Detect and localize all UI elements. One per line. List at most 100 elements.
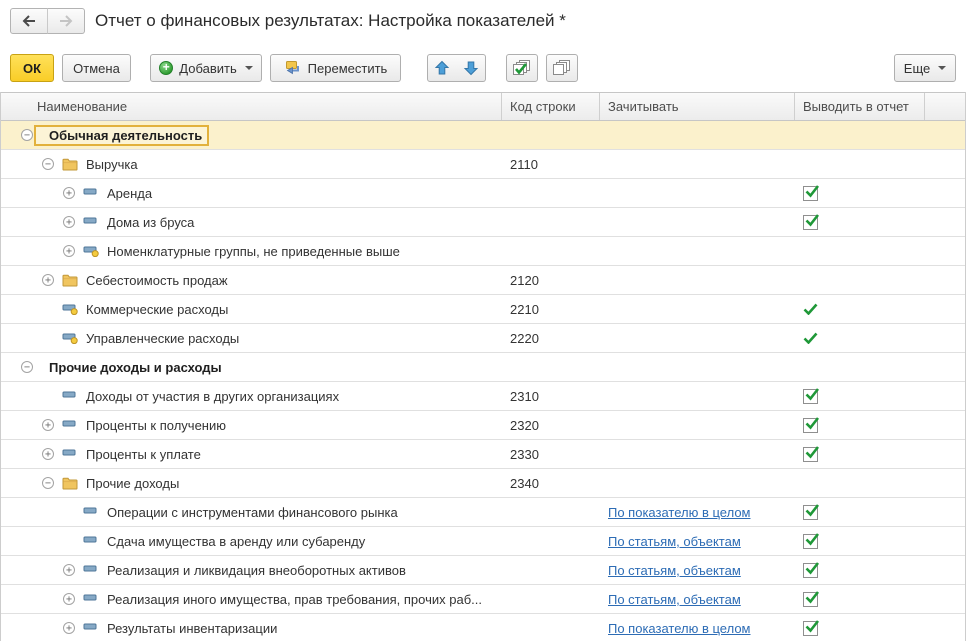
name-cell: +Реализация и ликвидация внеоборотных ак…: [1, 556, 502, 584]
row-label: Реализация иного имущества, прав требова…: [107, 592, 482, 607]
folder-icon: [62, 158, 78, 171]
column-header-name[interactable]: Наименование: [1, 93, 502, 120]
table-row[interactable]: +Реализация и ликвидация внеоборотных ак…: [1, 556, 965, 585]
name-cell: Операции с инструментами финансового рын…: [1, 498, 502, 526]
table-row[interactable]: + Дома из бруса: [1, 208, 965, 237]
item-icon: [62, 419, 78, 431]
table-row[interactable]: Операции с инструментами финансового рын…: [1, 498, 965, 527]
row-code-cell: [502, 179, 600, 207]
row-output-cell: [795, 179, 925, 207]
add-button[interactable]: Добавить: [150, 54, 262, 82]
row-output-cell: [795, 440, 925, 468]
table-row[interactable]: + Реализация иного имущества, прав требов…: [1, 585, 965, 614]
expand-icon[interactable]: +: [63, 245, 75, 257]
read-mode-link[interactable]: По показателю в целом: [608, 505, 751, 520]
row-label: Номенклатурные группы, не приведенные вы…: [107, 244, 400, 259]
expand-icon[interactable]: +: [42, 419, 54, 431]
table-row[interactable]: +Себестоимость продаж2120: [1, 266, 965, 295]
move-down-button[interactable]: [456, 54, 486, 82]
row-code-cell: 2330: [502, 440, 600, 468]
caret-down-icon: [938, 66, 946, 70]
table-row[interactable]: −Обычная деятельность: [1, 121, 965, 150]
item-icon: [83, 535, 99, 547]
name-cell: −Выручка: [1, 150, 502, 178]
collapse-icon[interactable]: −: [42, 158, 54, 170]
row-label: Управленческие расходы: [86, 331, 239, 346]
table-row[interactable]: −Прочие доходы и расходы: [1, 353, 965, 382]
expand-icon[interactable]: +: [63, 187, 75, 199]
row-label: Аренда: [107, 186, 152, 201]
table-row[interactable]: Управленческие расходы2220: [1, 324, 965, 353]
row-code: 2110: [510, 157, 538, 172]
ok-button[interactable]: ОК: [10, 54, 54, 82]
expand-icon[interactable]: +: [63, 216, 75, 228]
move-button[interactable]: Переместить: [270, 54, 401, 82]
row-read-cell: [600, 237, 795, 265]
read-mode-link[interactable]: По статьям, объектам: [608, 563, 741, 578]
output-checkbox[interactable]: [803, 447, 818, 462]
table-row[interactable]: + Аренда: [1, 179, 965, 208]
row-code-cell: 2320: [502, 411, 600, 439]
checkmark-icon: [803, 303, 818, 315]
name-cell: + Реализация иного имущества, прав требов…: [1, 585, 502, 613]
column-header-extra: [925, 93, 965, 120]
row-output-cell: [795, 498, 925, 526]
row-extra-cell: [925, 498, 965, 526]
table-row[interactable]: + Номенклатурные группы, не приведенные в…: [1, 237, 965, 266]
expand-icon[interactable]: +: [63, 564, 75, 576]
table-body: −Обычная деятельность−Выручка 2110 + Аренда…: [1, 121, 965, 641]
row-read-cell: [600, 121, 795, 149]
table-row[interactable]: −Прочие доходы2340: [1, 469, 965, 498]
collapse-icon[interactable]: −: [21, 361, 33, 373]
column-header-output[interactable]: Выводить в отчет: [795, 93, 925, 120]
cancel-button[interactable]: Отмена: [62, 54, 131, 82]
output-checkbox[interactable]: [803, 186, 818, 201]
output-checkbox[interactable]: [803, 563, 818, 578]
move-up-button[interactable]: [427, 54, 457, 82]
read-mode-link[interactable]: По статьям, объектам: [608, 592, 741, 607]
table-row[interactable]: +Проценты к уплате2330: [1, 440, 965, 469]
collapse-icon[interactable]: −: [42, 477, 54, 489]
table-row[interactable]: Коммерческие расходы2210: [1, 295, 965, 324]
read-mode-link[interactable]: По показателю в целом: [608, 621, 751, 636]
row-output-cell: [795, 324, 925, 352]
collapse-icon[interactable]: −: [21, 129, 33, 141]
output-checkbox[interactable]: [803, 215, 818, 230]
row-label: Доходы от участия в других организациях: [86, 389, 339, 404]
output-checkbox[interactable]: [803, 389, 818, 404]
more-button[interactable]: Еще: [894, 54, 956, 82]
output-checkbox[interactable]: [803, 534, 818, 549]
row-code-cell: [502, 353, 600, 381]
table-row[interactable]: + Результаты инвентаризации По показателю …: [1, 614, 965, 641]
expand-icon[interactable]: +: [42, 274, 54, 286]
table-row[interactable]: −Выручка 2110: [1, 150, 965, 179]
expand-icon[interactable]: +: [42, 448, 54, 460]
expand-icon[interactable]: +: [63, 622, 75, 634]
row-read-cell: [600, 411, 795, 439]
back-button[interactable]: [10, 8, 48, 34]
output-checkbox[interactable]: [803, 505, 818, 520]
row-extra-cell: [925, 295, 965, 323]
row-extra-cell: [925, 121, 965, 149]
output-checkbox[interactable]: [803, 592, 818, 607]
row-read-cell: [600, 208, 795, 236]
output-checkbox[interactable]: [803, 621, 818, 636]
column-header-label: Наименование: [37, 99, 127, 114]
uncheck-all-button[interactable]: [546, 54, 578, 82]
table-row[interactable]: Сдача имущества в аренду или субаренду По…: [1, 527, 965, 556]
forward-arrow-icon: [58, 14, 74, 28]
row-extra-cell: [925, 150, 965, 178]
check-all-button[interactable]: [506, 54, 538, 82]
row-label: Дома из бруса: [107, 215, 194, 230]
forward-button[interactable]: [47, 8, 85, 34]
row-label: Сдача имущества в аренду или субаренду: [107, 534, 365, 549]
name-cell: + Номенклатурные группы, не приведенные в…: [1, 237, 502, 265]
output-checkbox[interactable]: [803, 418, 818, 433]
column-header-read[interactable]: Зачитывать: [600, 93, 795, 120]
table-row[interactable]: +Проценты к получению2320: [1, 411, 965, 440]
column-header-code[interactable]: Код строки: [502, 93, 600, 120]
read-mode-link[interactable]: По статьям, объектам: [608, 534, 741, 549]
row-label: Результаты инвентаризации: [107, 621, 277, 636]
expand-icon[interactable]: +: [63, 593, 75, 605]
table-row[interactable]: Доходы от участия в других организациях2…: [1, 382, 965, 411]
